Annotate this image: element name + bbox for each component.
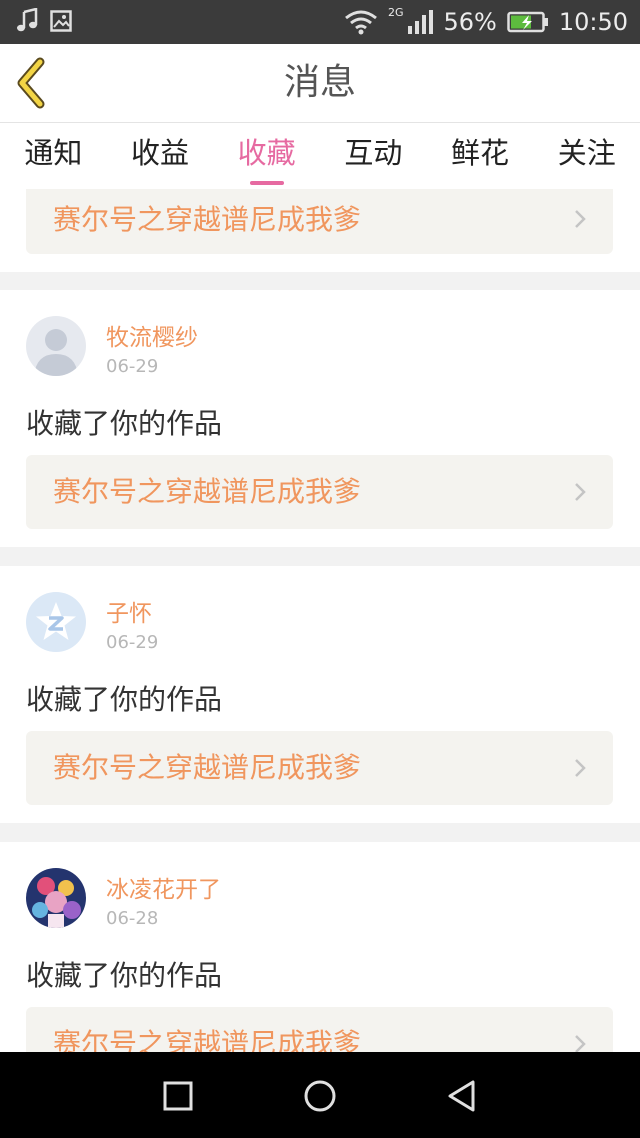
work-link[interactable]: 赛尔号之穿越谱尼成我爹 [26, 189, 613, 254]
avatar[interactable] [26, 316, 86, 376]
recent-apps-button[interactable] [156, 1074, 200, 1118]
work-title: 赛尔号之穿越谱尼成我爹 [53, 1027, 362, 1052]
network-type: 2G [387, 5, 404, 19]
action-text: 收藏了你的作品 [26, 407, 223, 440]
back-nav-button[interactable] [440, 1074, 484, 1118]
music-note-icon [17, 8, 38, 32]
battery-icon [507, 11, 548, 33]
list-item: 赛尔号之穿越谱尼成我爹 [0, 189, 640, 272]
username[interactable]: 牧流樱纱 [106, 318, 198, 352]
action-text: 收藏了你的作品 [26, 683, 223, 716]
status-bar: 2G 56% 10:50 [0, 0, 640, 44]
tab-notifications[interactable]: 通知 [0, 123, 107, 189]
timestamp: 06-29 [106, 632, 159, 653]
tab-favorites[interactable]: 收藏 [213, 123, 320, 189]
work-title: 赛尔号之穿越谱尼成我爹 [53, 475, 362, 508]
tab-earnings[interactable]: 收益 [107, 123, 214, 189]
home-button[interactable] [298, 1074, 342, 1118]
tab-flowers[interactable]: 鲜花 [427, 123, 534, 189]
timestamp: 06-29 [106, 356, 159, 377]
chevron-left-icon [17, 57, 45, 109]
list-item: 冰凌花开了 06-28 收藏了你的作品 赛尔号之穿越谱尼成我爹 [0, 842, 640, 1052]
list-item: 牧流樱纱 06-29 收藏了你的作品 赛尔号之穿越谱尼成我爹 [0, 290, 640, 547]
tab-interactions[interactable]: 互动 [320, 123, 427, 189]
work-title: 赛尔号之穿越谱尼成我爹 [53, 751, 362, 784]
timestamp: 06-28 [106, 908, 159, 929]
tab-bar: 通知 收益 收藏 互动 鲜花 关注 [0, 123, 640, 189]
chevron-right-icon [575, 210, 586, 228]
work-link[interactable]: 赛尔号之穿越谱尼成我爹 [26, 731, 613, 805]
app-header: 消息 [0, 44, 640, 123]
work-link[interactable]: 赛尔号之穿越谱尼成我爹 [26, 455, 613, 529]
username[interactable]: 子怀 [106, 594, 152, 628]
wifi-icon [345, 10, 377, 35]
list-item: 子怀 06-29 收藏了你的作品 赛尔号之穿越谱尼成我爹 [0, 566, 640, 823]
back-triangle-icon [448, 1080, 475, 1112]
battery-percent: 56% [443, 8, 497, 36]
image-icon [50, 10, 72, 32]
action-text: 收藏了你的作品 [26, 959, 223, 992]
recent-apps-icon [163, 1081, 193, 1111]
back-button[interactable] [10, 56, 60, 110]
avatar[interactable] [26, 868, 86, 928]
anime-avatar-icon [26, 868, 86, 928]
default-avatar-icon [26, 316, 86, 376]
username[interactable]: 冰凌花开了 [106, 870, 221, 904]
chevron-right-icon [575, 1035, 586, 1052]
chevron-right-icon [575, 759, 586, 777]
tab-follows[interactable]: 关注 [533, 123, 640, 189]
work-link[interactable]: 赛尔号之穿越谱尼成我爹 [26, 1007, 613, 1052]
avatar[interactable] [26, 592, 86, 652]
work-title: 赛尔号之穿越谱尼成我爹 [53, 203, 362, 236]
home-icon [304, 1080, 336, 1112]
clock: 10:50 [558, 8, 628, 36]
page-title: 消息 [283, 62, 356, 103]
qq-star-avatar-icon [26, 592, 86, 652]
signal-icon [408, 10, 434, 34]
system-nav-bar [0, 1052, 640, 1138]
message-list[interactable]: 赛尔号之穿越谱尼成我爹 牧流樱纱 06-29 收藏了你的作品 赛尔号之穿越谱尼成… [0, 189, 640, 1052]
chevron-right-icon [575, 483, 586, 501]
